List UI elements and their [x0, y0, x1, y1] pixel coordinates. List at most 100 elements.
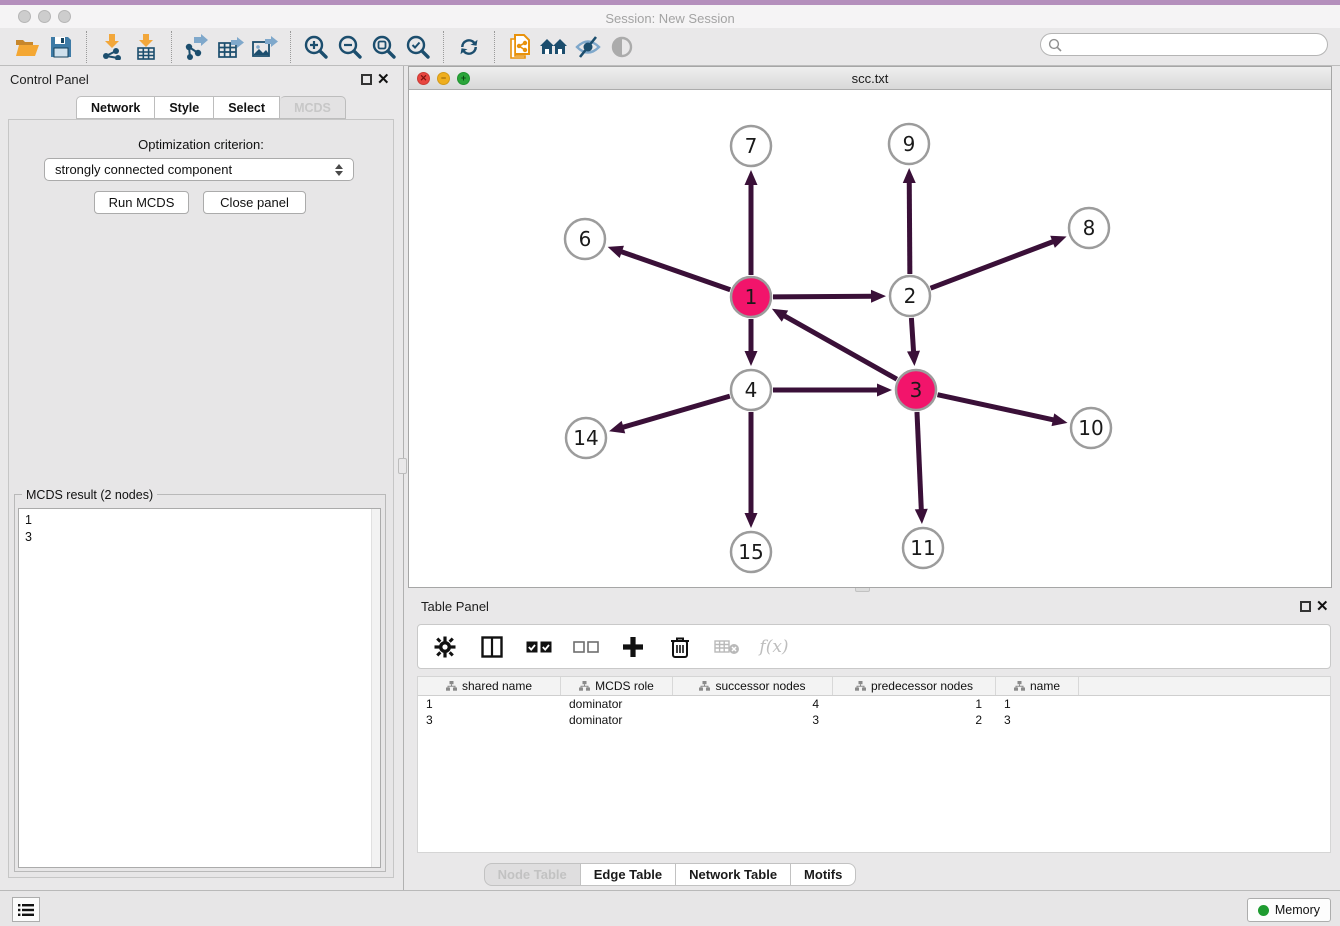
column-label: shared name	[462, 679, 532, 693]
deselect-all-checkboxes-icon[interactable]	[573, 634, 599, 660]
table-cell: 3	[673, 712, 833, 728]
control-panel-tabs: Network Style Select MCDS	[76, 96, 346, 119]
node-3[interactable]: 3	[896, 370, 936, 410]
refresh-layout-icon[interactable]	[452, 32, 486, 62]
table-cell: 3	[996, 712, 1079, 728]
export-network-icon[interactable]	[180, 32, 214, 62]
node-11[interactable]: 11	[903, 528, 943, 568]
tab-select[interactable]: Select	[214, 96, 280, 119]
close-panel-button[interactable]: Close panel	[203, 191, 306, 214]
node-10[interactable]: 10	[1071, 408, 1111, 448]
node-2[interactable]: 2	[890, 276, 930, 316]
tab-node-table[interactable]: Node Table	[484, 863, 581, 886]
column-label: successor nodes	[715, 679, 805, 693]
edge-1-2	[773, 290, 886, 303]
edge-2-8	[931, 236, 1067, 288]
style-eye-icon[interactable]	[571, 32, 605, 62]
node-1[interactable]: 1	[731, 277, 771, 317]
add-column-plus-icon[interactable]	[620, 634, 646, 660]
tab-mcds[interactable]: MCDS	[280, 96, 346, 119]
column-layout-icon[interactable]	[479, 634, 505, 660]
export-table-icon[interactable]	[214, 32, 248, 62]
zoom-selected-icon[interactable]	[401, 32, 435, 62]
toolbar-separator	[86, 31, 87, 63]
svg-text:14: 14	[573, 426, 598, 450]
table-cell: 2	[833, 712, 996, 728]
control-panel-close-icon[interactable]: ✕	[377, 74, 390, 85]
task-history-button[interactable]	[12, 897, 40, 922]
optimization-criterion-label: Optimization criterion:	[8, 137, 394, 152]
column-header-successor-nodes[interactable]: successor nodes	[673, 677, 833, 695]
search-input[interactable]	[1040, 33, 1328, 56]
zoom-out-icon[interactable]	[333, 32, 367, 62]
toolbar-separator	[290, 31, 291, 63]
tab-style[interactable]: Style	[155, 96, 214, 119]
select-all-checkboxes-icon[interactable]	[526, 634, 552, 660]
clone-network-icon[interactable]	[503, 32, 537, 62]
svg-text:15: 15	[738, 540, 763, 564]
column-header-name[interactable]: name	[996, 677, 1079, 695]
column-header-MCDS-role[interactable]: MCDS role	[561, 677, 673, 695]
home-neighbors-icon[interactable]	[537, 32, 571, 62]
svg-text:6: 6	[579, 227, 592, 251]
table-row[interactable]: 1dominator411	[418, 696, 1330, 712]
svg-text:4: 4	[745, 378, 758, 402]
svg-text:3: 3	[910, 378, 923, 402]
memory-button[interactable]: Memory	[1247, 898, 1331, 922]
edge-1-6	[608, 246, 731, 290]
zoom-fit-icon[interactable]	[367, 32, 401, 62]
function-builder-icon: f(x)	[761, 634, 787, 660]
save-icon[interactable]	[44, 32, 78, 62]
table-panel-close-icon[interactable]: ✕	[1316, 601, 1329, 612]
result-line: 1	[25, 512, 374, 529]
memory-label: Memory	[1275, 903, 1320, 917]
import-table-icon[interactable]	[129, 32, 163, 62]
table-body: 1dominator4113dominator323	[418, 696, 1330, 728]
optimization-criterion-select[interactable]: strongly connected component	[44, 158, 354, 181]
node-7[interactable]: 7	[731, 126, 771, 166]
table-panel-float-icon[interactable]	[1300, 601, 1311, 612]
edge-1-4	[745, 319, 758, 366]
import-network-icon[interactable]	[95, 32, 129, 62]
edge-4-14	[609, 396, 730, 433]
select-stepper-icon	[335, 164, 343, 176]
edge-3-10	[937, 395, 1067, 426]
edge-3-11	[915, 412, 928, 524]
column-type-icon	[855, 681, 866, 691]
network-canvas[interactable]: 7 9 6 8 1 2 4 3 14 10 15 11	[409, 90, 1331, 587]
column-type-icon	[446, 681, 457, 691]
column-header-shared-name[interactable]: shared name	[418, 677, 561, 695]
network-window-titlebar[interactable]: ✕ − + scc.txt	[409, 67, 1331, 90]
edge-1-7	[745, 170, 758, 275]
tab-network-table[interactable]: Network Table	[676, 863, 791, 886]
zoom-in-icon[interactable]	[299, 32, 333, 62]
vertical-splitter-grip[interactable]	[398, 458, 407, 474]
node-6[interactable]: 6	[565, 219, 605, 259]
node-15[interactable]: 15	[731, 532, 771, 572]
control-panel-float-icon[interactable]	[361, 74, 372, 85]
settings-gear-icon[interactable]	[432, 634, 458, 660]
export-image-icon[interactable]	[248, 32, 282, 62]
tab-network[interactable]: Network	[76, 96, 155, 119]
open-folder-icon[interactable]	[10, 32, 44, 62]
node-8[interactable]: 8	[1069, 208, 1109, 248]
node-9[interactable]: 9	[889, 124, 929, 164]
node-4[interactable]: 4	[731, 370, 771, 410]
delete-column-disabled-icon	[714, 634, 740, 660]
node-table[interactable]: shared name MCDS role successor nodes prede…	[417, 676, 1331, 853]
tab-edge-table[interactable]: Edge Table	[581, 863, 676, 886]
svg-text:2: 2	[904, 284, 917, 308]
tab-motifs[interactable]: Motifs	[791, 863, 856, 886]
delete-trash-icon[interactable]	[667, 634, 693, 660]
select-value: strongly connected component	[55, 162, 232, 177]
mcds-result-textarea[interactable]: 1 3	[18, 508, 381, 868]
column-header-predecessor-nodes[interactable]: predecessor nodes	[833, 677, 996, 695]
column-label: predecessor nodes	[871, 679, 973, 693]
node-14[interactable]: 14	[566, 418, 606, 458]
svg-text:7: 7	[745, 134, 758, 158]
table-row[interactable]: 3dominator323	[418, 712, 1330, 728]
toolbar-separator	[443, 31, 444, 63]
edge-4-15	[745, 412, 758, 528]
run-mcds-button[interactable]: Run MCDS	[94, 191, 189, 214]
result-scrollbar[interactable]	[371, 509, 380, 867]
